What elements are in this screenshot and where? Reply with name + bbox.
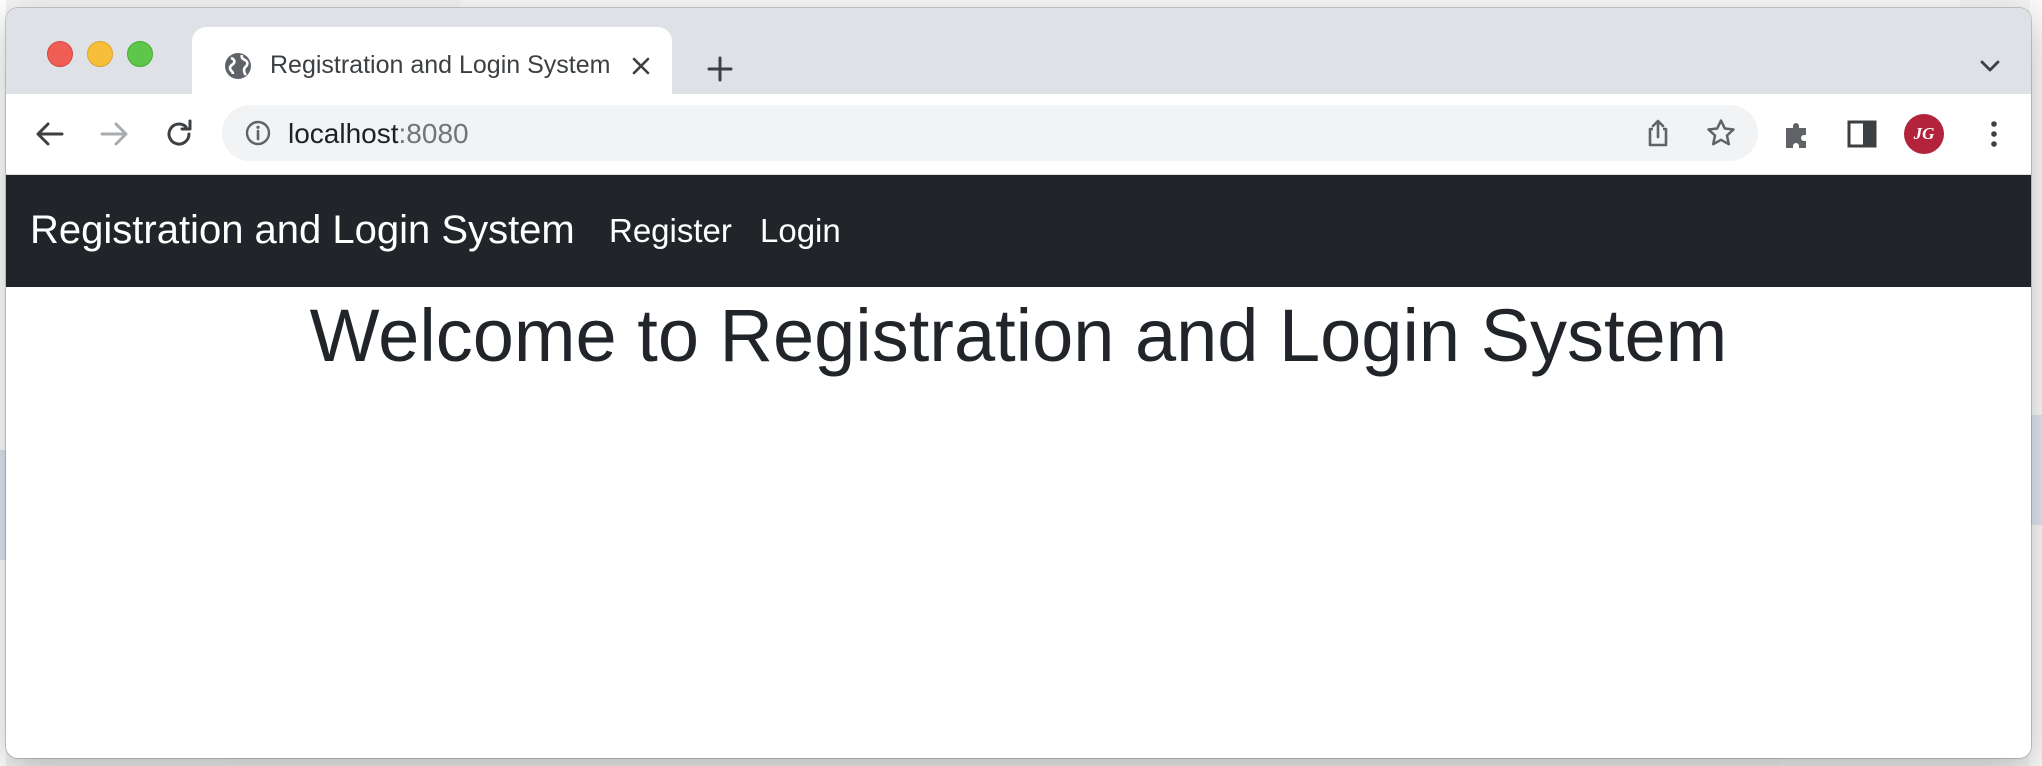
back-arrow-icon[interactable] — [32, 116, 68, 152]
share-icon[interactable] — [1642, 117, 1674, 149]
tab-strip: Registration and Login System — [6, 8, 2031, 94]
nav-link-register[interactable]: Register — [609, 212, 732, 250]
globe-icon — [222, 50, 254, 82]
url-port: :8080 — [398, 118, 469, 149]
side-panel-icon[interactable] — [1844, 116, 1880, 152]
reload-icon[interactable] — [161, 116, 197, 152]
chevron-down-icon[interactable] — [1976, 52, 2004, 80]
plus-icon[interactable] — [703, 52, 737, 86]
url-host: localhost — [288, 118, 399, 149]
minimize-window-button[interactable] — [87, 41, 113, 67]
browser-tab-active[interactable]: Registration and Login System — [192, 27, 672, 94]
nav-link-login[interactable]: Login — [760, 212, 841, 250]
background-desktop-right — [2030, 0, 2042, 766]
maximize-window-button[interactable] — [127, 41, 153, 67]
extensions-puzzle-icon[interactable] — [1780, 116, 1816, 152]
kebab-menu-icon[interactable] — [1976, 116, 2012, 152]
navbar-brand[interactable]: Registration and Login System — [30, 208, 575, 253]
page-content: Welcome to Registration and Login System — [6, 287, 2031, 758]
browser-toolbar: localhost:8080 JG — [6, 94, 2031, 175]
background-desktop-top — [460, 0, 1960, 8]
site-navbar: Registration and Login System Register L… — [6, 175, 2031, 287]
star-icon[interactable] — [1705, 117, 1737, 149]
info-icon[interactable] — [244, 119, 272, 147]
close-window-button[interactable] — [47, 41, 73, 67]
browser-window: Registration and Login System localhost:… — [6, 8, 2031, 758]
forward-arrow-icon[interactable] — [96, 116, 132, 152]
url-text[interactable]: localhost:8080 — [288, 118, 469, 150]
profile-avatar[interactable]: JG — [1904, 114, 1944, 154]
address-bar[interactable]: localhost:8080 — [222, 105, 1758, 161]
tab-title: Registration and Login System — [270, 51, 611, 79]
welcome-heading: Welcome to Registration and Login System — [309, 294, 1728, 377]
close-icon[interactable] — [627, 52, 655, 80]
